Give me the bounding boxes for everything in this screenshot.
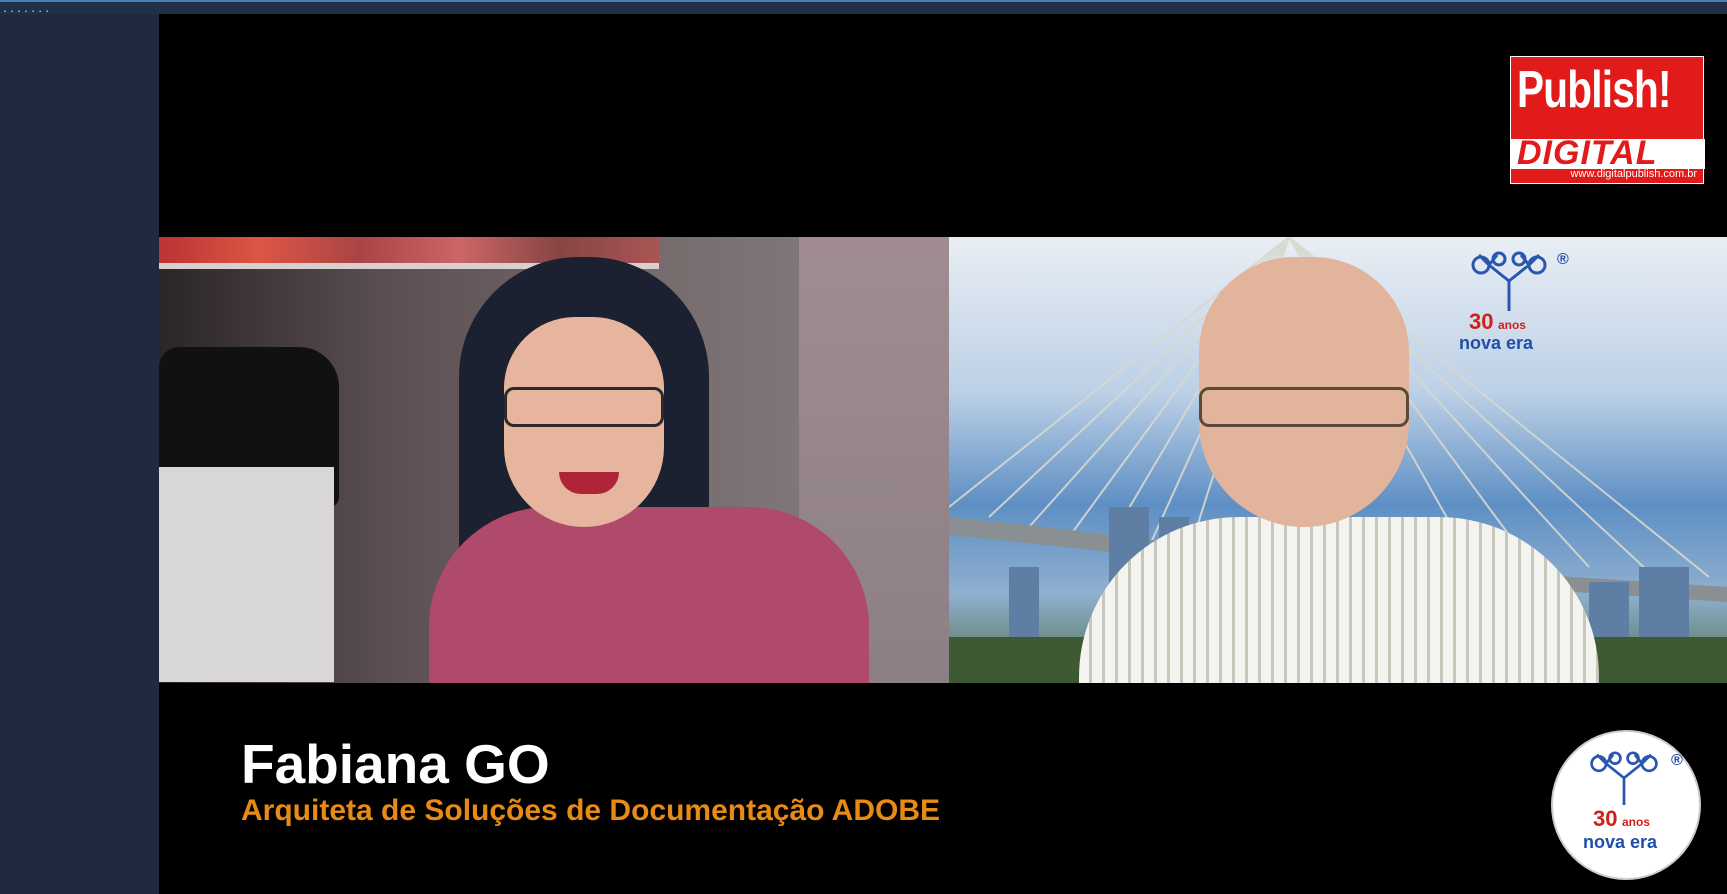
- tree-icon: [1590, 751, 1658, 805]
- video-stage: Publish! DIGITAL www.digitalpublish.com.…: [159, 14, 1727, 894]
- lower-third: Fabiana GO Arquiteta de Soluções de Docu…: [241, 734, 940, 828]
- participant-left: [429, 257, 869, 683]
- anniversary-number: 30: [1593, 806, 1618, 831]
- participant-right-glasses: [1199, 387, 1409, 427]
- nova-era-badge: ® 30 anos nova era: [1551, 730, 1701, 880]
- publish-logo-subtitle: DIGITAL: [1517, 134, 1658, 172]
- participant-right-shirt: [1079, 517, 1599, 683]
- nova-era-name: nova era: [1583, 832, 1658, 852]
- video-tile-right: ® 30 anos nova era: [949, 237, 1727, 683]
- window-dots: .......: [2, 4, 52, 15]
- window-top-bar: .......: [0, 0, 1727, 15]
- publish-logo-title: Publish!: [1517, 61, 1672, 119]
- storage-box: [159, 467, 334, 682]
- participant-left-body: [429, 507, 869, 683]
- registered-mark: ®: [1671, 752, 1683, 769]
- participant-right: [1079, 257, 1599, 683]
- publish-digital-logo: Publish! DIGITAL www.digitalpublish.com.…: [1510, 56, 1705, 184]
- video-tile-left: [159, 237, 949, 683]
- participant-left-glasses: [504, 387, 664, 427]
- anniversary-anos: anos: [1621, 815, 1650, 829]
- anniversary-label: 30 anos: [1593, 806, 1650, 832]
- speaker-name: Fabiana GO: [241, 733, 550, 795]
- publish-logo-url: www.digitalpublish.com.br: [1570, 168, 1697, 180]
- speaker-role: Arquiteta de Soluções de Documentação AD…: [241, 794, 941, 827]
- left-sidebar: [0, 14, 159, 894]
